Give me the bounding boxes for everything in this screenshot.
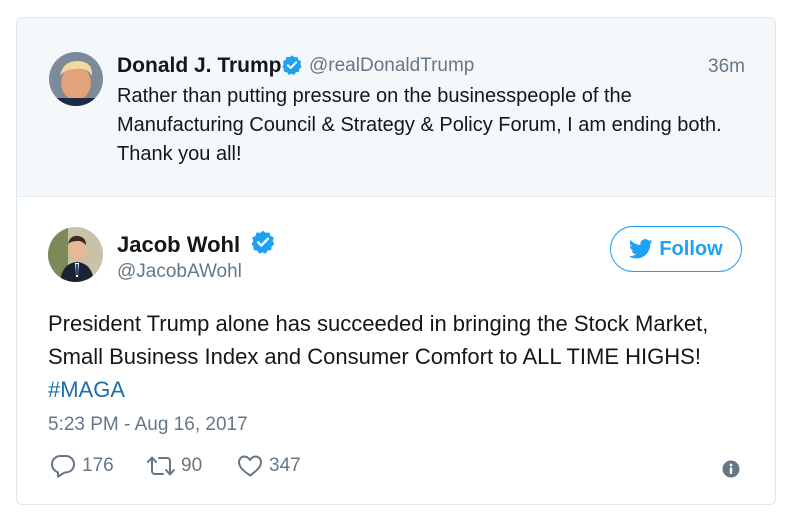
author-handle[interactable]: @JacobAWohl xyxy=(117,261,242,283)
tweet-body: President Trump alone has succeeded in b… xyxy=(48,311,709,369)
reply-icon xyxy=(51,455,75,478)
avatar[interactable] xyxy=(48,227,103,282)
info-icon[interactable] xyxy=(722,460,740,478)
retweet-button[interactable]: 90 xyxy=(147,454,202,478)
like-count: 347 xyxy=(269,455,301,476)
author-name[interactable]: Jacob Wohl xyxy=(117,232,240,258)
retweet-count: 90 xyxy=(181,455,203,476)
tweet-text: President Trump alone has succeeded in b… xyxy=(48,307,748,406)
verified-badge-icon xyxy=(251,230,275,254)
reply-button[interactable]: 176 xyxy=(50,454,114,478)
twitter-bird-icon xyxy=(629,239,653,259)
heart-icon xyxy=(238,455,262,477)
quoted-timestamp[interactable]: 36m xyxy=(708,56,745,78)
tweet-timestamp[interactable]: 5:23 PM - Aug 16, 2017 xyxy=(48,414,248,436)
hashtag-link[interactable]: #MAGA xyxy=(48,377,125,402)
quoted-author-name[interactable]: Donald J. Trump xyxy=(117,54,282,78)
tweet-card: Donald J. Trump @realDonaldTrump 36m Rat… xyxy=(16,17,776,505)
quoted-tweet[interactable]: Donald J. Trump @realDonaldTrump 36m Rat… xyxy=(17,18,775,197)
retweet-icon xyxy=(147,456,175,476)
quoted-author-handle[interactable]: @realDonaldTrump xyxy=(309,55,474,77)
follow-label: Follow xyxy=(659,237,723,260)
like-button[interactable]: 347 xyxy=(237,454,301,478)
follow-button[interactable]: Follow xyxy=(610,226,742,272)
quoted-tweet-text: Rather than putting pressure on the busi… xyxy=(117,85,722,165)
verified-badge-icon xyxy=(282,55,302,75)
reply-count: 176 xyxy=(82,455,114,476)
avatar[interactable] xyxy=(49,52,103,106)
